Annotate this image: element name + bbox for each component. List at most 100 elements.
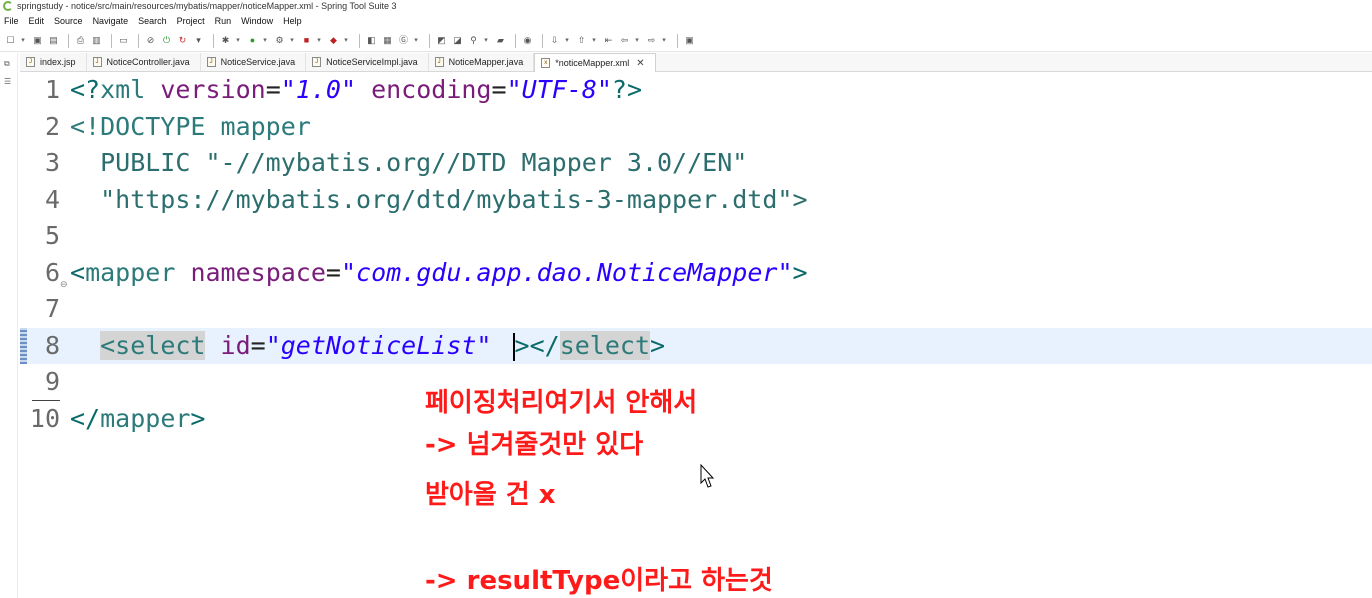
- menu-navigate[interactable]: Navigate: [93, 16, 129, 26]
- open-type-icon[interactable]: ◩: [435, 34, 448, 47]
- menu-project[interactable]: Project: [177, 16, 205, 26]
- back-dropdown-icon[interactable]: ▾: [634, 34, 640, 47]
- code-line[interactable]: 7: [20, 291, 1372, 327]
- code-line[interactable]: 5: [20, 218, 1372, 254]
- menu-help[interactable]: Help: [283, 16, 302, 26]
- code-line[interactable]: 8 <select id="getNoticeList" ></select>: [20, 327, 1372, 364]
- menu-search[interactable]: Search: [138, 16, 167, 26]
- terminal-icon[interactable]: ▭: [117, 34, 130, 47]
- menu-window[interactable]: Window: [241, 16, 273, 26]
- restore-icon[interactable]: ⧉: [4, 59, 13, 68]
- code-token: "https://mybatis.org/dtd/mybatis-3-mappe…: [70, 184, 808, 214]
- save-all-icon[interactable]: ▤: [47, 34, 60, 47]
- open-task-icon[interactable]: ◪: [451, 34, 464, 47]
- line-number: 4: [44, 184, 60, 214]
- print-icon[interactable]: ⎙: [74, 34, 87, 47]
- code-line[interactable]: 6 ⊖ <mapper namespace="com.gdu.app.dao.Not…: [20, 255, 1372, 291]
- save-icon[interactable]: ▣: [31, 34, 44, 47]
- new-icon[interactable]: ☐: [4, 34, 17, 47]
- annotation-text: 받아올 건 x: [425, 480, 556, 510]
- code-editor[interactable]: 1 <?xml version="1.0" encoding="UTF-8"?> 2…: [20, 72, 1372, 598]
- new-class-dropdown-icon[interactable]: ▾: [413, 34, 419, 47]
- tab-noticemapper-java[interactable]: J NoticeMapper.java: [429, 53, 535, 71]
- tab-label: index.jsp: [40, 57, 76, 67]
- code-token: >: [650, 330, 666, 360]
- last-edit-location-icon[interactable]: ⇤: [602, 34, 615, 47]
- code-token: "1.0": [280, 75, 357, 104]
- new-dropdown-icon[interactable]: ▾: [20, 34, 26, 47]
- toolbar-separator: [429, 33, 430, 48]
- tab-label: NoticeController.java: [106, 57, 190, 67]
- run-dropdown-icon[interactable]: ▾: [262, 34, 268, 47]
- back-icon[interactable]: ⇦: [618, 34, 631, 47]
- code-token: mapper: [85, 257, 176, 287]
- open-perspective-icon[interactable]: ▣: [683, 34, 696, 47]
- toolbar-separator: [542, 33, 543, 48]
- code-token: PUBLIC "-//mybatis.org//DTD Mapper 3.0//…: [70, 148, 748, 177]
- next-annotation-dropdown-icon[interactable]: ▾: [564, 34, 570, 47]
- code-line[interactable]: 2 <!DOCTYPE mapper: [20, 109, 1372, 145]
- search-dropdown-icon[interactable]: ▾: [483, 34, 489, 47]
- toolbar-separator: [677, 33, 678, 48]
- boot-dashboard-icon[interactable]: ⏻: [160, 34, 173, 47]
- annotation-text: -> 넘겨줄것만 있다: [425, 430, 644, 460]
- menu-edit[interactable]: Edit: [29, 16, 45, 26]
- code-line[interactable]: 3 PUBLIC "-//mybatis.org//DTD Mapper 3.0…: [20, 145, 1372, 181]
- menu-run[interactable]: Run: [215, 16, 232, 26]
- new-java-project-icon[interactable]: ◧: [365, 34, 378, 47]
- stop-icon[interactable]: ■: [300, 34, 313, 47]
- code-token: xml: [100, 75, 161, 104]
- previous-annotation-icon[interactable]: ⇧: [575, 34, 588, 47]
- code-text: <mapper namespace="com.gdu.app.dao.Notic…: [70, 255, 808, 291]
- tab-label: NoticeService.java: [220, 57, 296, 67]
- deploy-icon[interactable]: ◆: [327, 34, 340, 47]
- skip-breakpoints-icon[interactable]: ⊘: [144, 34, 157, 47]
- previous-annotation-dropdown-icon[interactable]: ▾: [591, 34, 597, 47]
- new-package-icon[interactable]: ▦: [381, 34, 394, 47]
- line-number: 10: [29, 403, 60, 433]
- stop-dropdown-icon[interactable]: ▾: [316, 34, 322, 47]
- refresh-dropdown-icon[interactable]: ▾: [192, 34, 205, 47]
- tab-noticeservice-java[interactable]: J NoticeService.java: [201, 53, 307, 71]
- tab-noticemapper-xml[interactable]: x *noticeMapper.xml ✕: [534, 53, 656, 72]
- java-file-icon: J: [206, 57, 216, 67]
- properties-icon[interactable]: ▥: [90, 34, 103, 47]
- refresh-icon[interactable]: ↻: [176, 34, 189, 47]
- search-icon[interactable]: ⚲: [467, 34, 480, 47]
- menu-file[interactable]: File: [4, 16, 19, 26]
- debug-icon[interactable]: ✱: [219, 34, 232, 47]
- forward-icon[interactable]: ⇨: [645, 34, 658, 47]
- tab-noticecontroller-java[interactable]: J NoticeController.java: [87, 53, 201, 71]
- deploy-dropdown-icon[interactable]: ▾: [343, 34, 349, 47]
- code-line[interactable]: 1 <?xml version="1.0" encoding="UTF-8"?>: [20, 72, 1372, 108]
- java-file-icon: J: [92, 57, 102, 67]
- main-toolbar: ☐ ▾ ▣ ▤ ⎙ ▥ ▭ ⊘ ⏻ ↻ ▾ ✱ ▾ ● ▾ ⚙ ▾ ■ ▾ ◆ ▾ ◧ ▦ …: [0, 30, 1372, 52]
- external-tools-icon[interactable]: ⚙: [273, 34, 286, 47]
- tab-label: *noticeMapper.xml: [555, 58, 630, 68]
- menu-source[interactable]: Source: [54, 16, 83, 26]
- toolbar-separator: [213, 33, 214, 48]
- line-number: 3: [44, 148, 60, 177]
- run-icon[interactable]: ●: [246, 34, 259, 47]
- code-token: =: [325, 257, 341, 287]
- web-browser-icon[interactable]: ◉: [521, 34, 534, 47]
- code-token: =: [250, 330, 266, 360]
- tab-noticeserviceimpl-java[interactable]: J NoticeServiceImpl.java: [306, 53, 429, 71]
- outline-icon[interactable]: ☰: [4, 77, 13, 86]
- next-annotation-icon[interactable]: ⇩: [548, 34, 561, 47]
- code-line[interactable]: 4 "https://mybatis.org/dtd/mybatis-3-map…: [20, 182, 1372, 218]
- toolbar-separator: [359, 33, 360, 48]
- folder-icon[interactable]: ▰: [494, 34, 507, 47]
- code-token: ?>: [611, 75, 643, 104]
- debug-dropdown-icon[interactable]: ▾: [235, 34, 241, 47]
- new-class-icon[interactable]: Ⓖ: [397, 34, 410, 47]
- tab-index-jsp[interactable]: Jindex.jsp: [20, 53, 87, 71]
- java-file-icon: J: [434, 57, 444, 67]
- close-icon[interactable]: ✕: [636, 58, 644, 69]
- code-token: =: [491, 75, 507, 104]
- forward-dropdown-icon[interactable]: ▾: [661, 34, 667, 47]
- external-tools-dropdown-icon[interactable]: ▾: [289, 34, 295, 47]
